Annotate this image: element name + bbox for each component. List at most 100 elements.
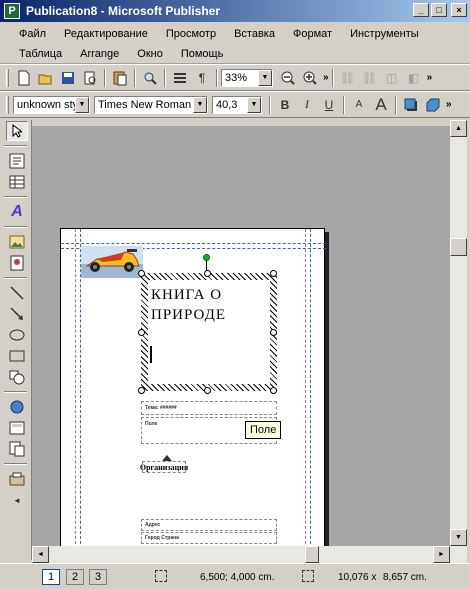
vertical-scroll-thumb[interactable]: [450, 238, 467, 256]
resize-handle[interactable]: [204, 270, 211, 277]
print-preview-icon[interactable]: [79, 67, 101, 89]
scroll-up-button[interactable]: ▲: [450, 120, 467, 137]
maximize-button[interactable]: □: [431, 3, 447, 17]
toolbar-separator: [395, 95, 397, 114]
minimize-button[interactable]: _: [413, 3, 429, 17]
wordart-icon[interactable]: A: [6, 202, 28, 222]
style-value: unknown sty: [17, 98, 79, 111]
resize-handle[interactable]: [270, 270, 277, 277]
style-select[interactable]: unknown sty ▼: [13, 95, 90, 114]
toolbar-grip[interactable]: [6, 95, 9, 114]
vertical-scrollbar[interactable]: ▲ ▼: [450, 120, 467, 546]
zoom-out-icon[interactable]: [277, 67, 299, 89]
text-frame-theme[interactable]: Тема: ######: [141, 401, 277, 415]
chevron-down-icon[interactable]: ▼: [193, 96, 207, 113]
font-select[interactable]: Times New Roman ▼: [94, 95, 208, 114]
zoom-in-icon[interactable]: [299, 67, 321, 89]
toolbar-separator: [343, 95, 345, 114]
menu-insert[interactable]: Вставка: [225, 28, 284, 40]
search-icon[interactable]: [139, 67, 161, 89]
menu-table[interactable]: Таблица: [10, 48, 71, 60]
workspace[interactable]: КНИГА О ПРИРОДЕ Тема: ###### Поле Органи…: [32, 126, 450, 546]
resize-handle[interactable]: [270, 387, 277, 394]
publisher-app-icon[interactable]: P: [4, 3, 20, 19]
menu-arrange[interactable]: Arrange: [71, 48, 128, 60]
chevron-down-icon[interactable]: ▼: [258, 69, 272, 86]
scroll-down-button[interactable]: ▼: [450, 529, 467, 546]
close-button[interactable]: ×: [451, 3, 467, 17]
resize-handle[interactable]: [138, 387, 145, 394]
text-frame-content[interactable]: КНИГА О ПРИРОДЕ: [148, 280, 270, 384]
title-text-frame[interactable]: КНИГА О ПРИРОДЕ: [141, 273, 277, 391]
shadow-icon[interactable]: [400, 94, 422, 116]
rectangle-icon[interactable]: [6, 346, 28, 366]
organization-logo[interactable]: Организация: [140, 461, 188, 473]
line-icon[interactable]: [6, 283, 28, 303]
autoshapes-icon[interactable]: [6, 367, 28, 387]
zoom-select[interactable]: 33% ▼: [221, 68, 273, 87]
horizontal-scrollbar[interactable]: ◄ ►: [32, 546, 467, 563]
menu-format[interactable]: Формат: [284, 28, 341, 40]
bold-button[interactable]: B: [274, 94, 296, 116]
save-icon[interactable]: [57, 67, 79, 89]
resize-handle[interactable]: [204, 387, 211, 394]
page-tab-3[interactable]: 3: [89, 569, 107, 585]
page-tab-2[interactable]: 2: [66, 569, 84, 585]
hot-spot-icon[interactable]: [6, 397, 28, 417]
chevron-down-icon[interactable]: ▼: [247, 96, 261, 113]
scroll-left-button[interactable]: ◄: [32, 546, 49, 563]
resize-handle[interactable]: [138, 329, 145, 336]
publication-page[interactable]: КНИГА О ПРИРОДЕ Тема: ###### Поле Органи…: [60, 228, 326, 546]
heading-text[interactable]: КНИГА О ПРИРОДЕ: [151, 287, 226, 323]
objects-toolbar: A ◄: [0, 120, 32, 560]
resize-handle[interactable]: [270, 329, 277, 336]
rotation-handle[interactable]: [203, 254, 210, 261]
text-frame-city[interactable]: Город Страна: [141, 532, 277, 544]
picture-icon[interactable]: [6, 232, 28, 252]
chevron-down-icon[interactable]: ▼: [75, 96, 89, 113]
design-gallery-icon[interactable]: [6, 469, 28, 489]
scroll-right-button[interactable]: ►: [433, 546, 450, 563]
clip-art-icon[interactable]: [6, 253, 28, 273]
margin-guide: [310, 229, 311, 546]
margin-guide: [61, 243, 326, 244]
font-size-select[interactable]: 40,3 ▼: [212, 95, 262, 114]
arrow-icon[interactable]: [6, 304, 28, 324]
page-tab-1[interactable]: 1: [42, 569, 60, 585]
html-fragment-icon[interactable]: [6, 439, 28, 459]
paste-icon[interactable]: [109, 67, 131, 89]
columns-icon[interactable]: [169, 67, 191, 89]
underline-button[interactable]: U: [318, 94, 340, 116]
select-pointer-icon[interactable]: [6, 121, 28, 141]
italic-button[interactable]: I: [296, 94, 318, 116]
menu-view[interactable]: Просмотр: [157, 28, 225, 40]
toolbar-overflow-icon[interactable]: »: [427, 72, 433, 83]
resize-handle[interactable]: [138, 270, 145, 277]
toolbar-grip[interactable]: [6, 68, 9, 87]
chevron-left-icon[interactable]: ◄: [6, 490, 28, 510]
form-control-icon[interactable]: [6, 418, 28, 438]
3d-style-icon[interactable]: [422, 94, 444, 116]
standard-toolbar: ¶ 33% ▼ » ⛓ ⛓ ◫ ◧ »: [0, 64, 470, 91]
text-frame-address[interactable]: Адрес: [141, 519, 277, 531]
table-icon[interactable]: [6, 172, 28, 192]
menu-help[interactable]: Помощь: [172, 48, 233, 60]
oval-icon[interactable]: [6, 325, 28, 345]
menu-file[interactable]: Файл: [10, 28, 55, 40]
window-controls: _ □ ×: [413, 3, 467, 17]
toolbar-overflow-icon[interactable]: »: [446, 99, 452, 110]
margin-guide: [305, 229, 306, 546]
new-icon[interactable]: [13, 67, 35, 89]
grow-font-button[interactable]: A: [370, 94, 392, 116]
pilcrow-icon[interactable]: ¶: [191, 67, 213, 89]
text-box-icon[interactable]: [6, 151, 28, 171]
open-icon[interactable]: [35, 67, 57, 89]
menu-tools[interactable]: Инструменты: [341, 28, 428, 40]
horizontal-scroll-thumb[interactable]: [305, 546, 319, 563]
menu-window[interactable]: Окно: [128, 48, 172, 60]
toolbar-separator: [269, 95, 271, 114]
toolbar-overflow-icon[interactable]: »: [323, 72, 329, 83]
shrink-font-button[interactable]: A: [348, 94, 370, 116]
menu-edit[interactable]: Редактирование: [55, 28, 157, 40]
race-car-image[interactable]: [81, 246, 143, 278]
